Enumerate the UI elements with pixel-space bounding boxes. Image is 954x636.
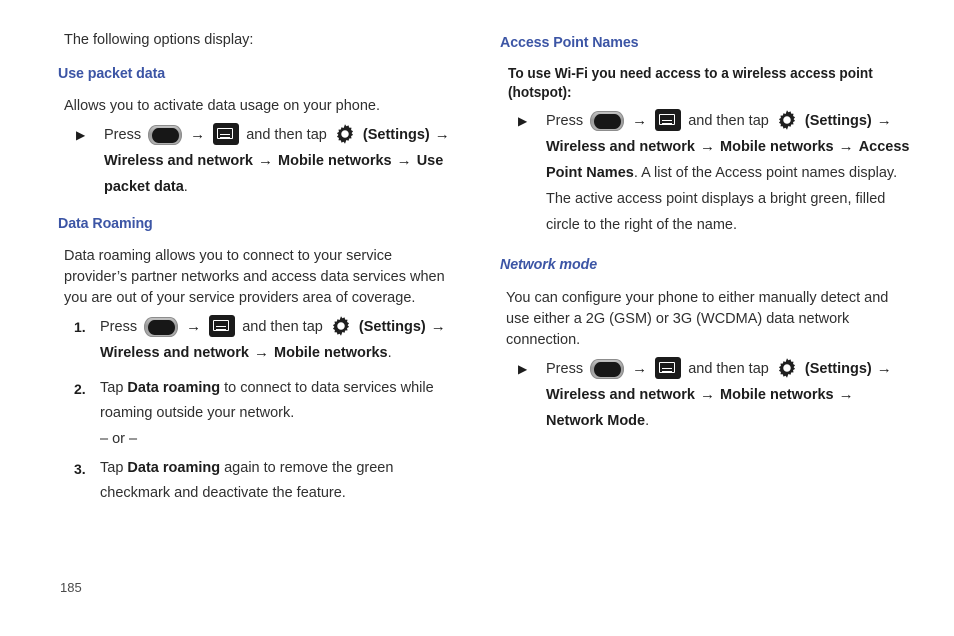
arrow-icon: → bbox=[257, 152, 273, 169]
path-segment-2: Mobile networks bbox=[278, 153, 392, 169]
step-text: Tap Data roaming to connect to data serv… bbox=[100, 376, 458, 426]
path-segment-1: Wireless and network bbox=[100, 345, 249, 361]
list-item: ▶ Press → and then tap (Settings) → Wire… bbox=[58, 122, 458, 200]
arrow-icon: → bbox=[632, 360, 648, 377]
and-then-tap-label: and then tap bbox=[246, 127, 327, 143]
press-label: Press bbox=[546, 113, 584, 129]
home-key-icon bbox=[590, 359, 625, 379]
home-key-icon bbox=[148, 125, 183, 145]
step-text: Press → and then tap (Settings) → Wirele… bbox=[104, 122, 458, 200]
settings-label: (Settings) bbox=[362, 127, 430, 143]
period: . bbox=[645, 413, 650, 429]
bullet-marker: ▶ bbox=[76, 128, 86, 142]
press-label: Press bbox=[546, 361, 584, 377]
period: . bbox=[387, 345, 392, 361]
and-then-tap-label: and then tap bbox=[242, 319, 323, 335]
arrow-icon: → bbox=[190, 126, 206, 143]
path-segment-2: Mobile networks bbox=[720, 139, 834, 155]
path-segment-1: Wireless and network bbox=[546, 387, 695, 403]
arrow-icon: → bbox=[699, 138, 715, 155]
settings-gear-icon bbox=[330, 315, 352, 337]
arrow-icon: → bbox=[430, 318, 446, 335]
period: . bbox=[183, 179, 188, 195]
step-text: Press → and then tap (Settings) → Wirele… bbox=[546, 108, 914, 238]
step-text: Press → and then tap (Settings) → Wirele… bbox=[100, 314, 458, 366]
menu-key-icon bbox=[655, 109, 682, 131]
settings-gear-icon bbox=[776, 357, 798, 379]
settings-label: (Settings) bbox=[358, 319, 426, 335]
list-item: ▶ Press → and then tap (Settings) → Wire… bbox=[500, 108, 914, 238]
document-page: The following options display: Use packe… bbox=[0, 0, 954, 636]
arrow-icon: → bbox=[876, 112, 892, 129]
list-item: ▶ Press → and then tap (Settings) → Wire… bbox=[500, 356, 914, 434]
menu-key-icon bbox=[655, 357, 682, 379]
data-roaming-body: Data roaming allows you to connect to yo… bbox=[64, 248, 445, 306]
settings-label: (Settings) bbox=[804, 361, 872, 377]
use-packet-data-body: Allows you to activate data usage on you… bbox=[64, 98, 380, 114]
arrow-icon: → bbox=[632, 112, 648, 129]
path-segment-3: Network Mode bbox=[546, 413, 646, 429]
heading-access-point-names: Access Point Names bbox=[500, 34, 639, 51]
and-then-tap-label: and then tap bbox=[688, 113, 769, 129]
path-segment-2: Mobile networks bbox=[720, 387, 834, 403]
arrow-icon: → bbox=[838, 138, 854, 155]
step-text: Tap Data roaming again to remove the gre… bbox=[100, 456, 458, 506]
step-text: Press → and then tap (Settings) → Wirele… bbox=[546, 356, 914, 434]
path-segment-2: Mobile networks bbox=[274, 345, 388, 361]
step-number: 3. bbox=[74, 461, 86, 477]
path-segment-1: Wireless and network bbox=[546, 139, 695, 155]
path-segment-1: Wireless and network bbox=[104, 153, 253, 169]
press-label: Press bbox=[100, 319, 138, 335]
bullet-marker: ▶ bbox=[518, 114, 528, 128]
or-label: – or – bbox=[100, 431, 138, 447]
arrow-icon: → bbox=[838, 386, 854, 403]
home-key-icon bbox=[144, 317, 179, 337]
arrow-icon: → bbox=[396, 152, 412, 169]
arrow-icon: → bbox=[434, 126, 450, 143]
step-lead: Tap bbox=[100, 460, 128, 476]
settings-gear-icon bbox=[776, 109, 798, 131]
press-label: Press bbox=[104, 127, 142, 143]
step-lead: Tap bbox=[100, 380, 128, 396]
menu-key-icon bbox=[213, 123, 240, 145]
arrow-icon: → bbox=[253, 344, 269, 361]
arrow-icon: → bbox=[186, 318, 202, 335]
arrow-icon: → bbox=[699, 386, 715, 403]
access-point-names-subheading: To use Wi-Fi you need access to a wirele… bbox=[508, 66, 873, 101]
home-key-icon bbox=[590, 111, 625, 131]
heading-data-roaming: Data Roaming bbox=[58, 215, 153, 232]
step-number: 2. bbox=[74, 381, 86, 397]
step-number: 1. bbox=[74, 319, 86, 335]
list-item: 3. Tap Data roaming again to remove the … bbox=[58, 456, 458, 506]
settings-label: (Settings) bbox=[804, 113, 872, 129]
heading-use-packet-data: Use packet data bbox=[58, 65, 166, 82]
data-roaming-emphasis: Data roaming bbox=[127, 460, 221, 476]
menu-key-icon bbox=[209, 315, 236, 337]
data-roaming-emphasis: Data roaming bbox=[127, 380, 221, 396]
settings-gear-icon bbox=[334, 123, 356, 145]
left-column: The following options display: Use packe… bbox=[58, 30, 458, 506]
and-then-tap-label: and then tap bbox=[688, 361, 769, 377]
arrow-icon: → bbox=[876, 360, 892, 377]
or-divider-row: – or – bbox=[58, 426, 458, 452]
list-item: 2. Tap Data roaming to connect to data s… bbox=[58, 376, 458, 426]
list-item: 1. Press → and then tap (Settings) → Wir… bbox=[58, 314, 458, 366]
heading-network-mode: Network mode bbox=[500, 256, 598, 273]
network-mode-body: You can configure your phone to either m… bbox=[506, 290, 889, 348]
bullet-marker: ▶ bbox=[518, 362, 528, 376]
intro-text: The following options display: bbox=[64, 32, 254, 48]
page-number: 185 bbox=[60, 580, 82, 595]
right-column: Access Point Names To use Wi-Fi you need… bbox=[500, 30, 914, 434]
